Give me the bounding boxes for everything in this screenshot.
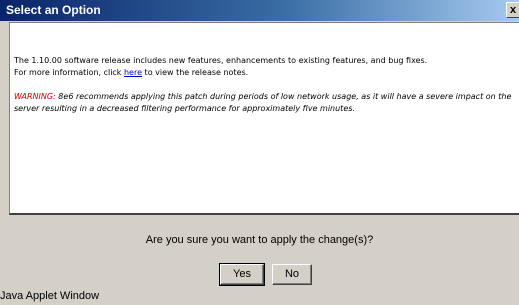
close-icon: x bbox=[509, 4, 517, 16]
release-info-line2-suffix: to view the release notes. bbox=[142, 68, 249, 77]
window-title: Select an Option bbox=[6, 3, 101, 17]
no-button[interactable]: No bbox=[272, 264, 312, 285]
warning-label: WARNING: bbox=[14, 92, 56, 101]
release-info-text: The 1.10.00 software release includes ne… bbox=[14, 55, 518, 79]
title-bar: Select an Option x bbox=[0, 0, 519, 21]
warning-message: WARNING: 8e6 recommends applying this pa… bbox=[14, 91, 518, 115]
message-panel: The 1.10.00 software release includes ne… bbox=[9, 22, 519, 215]
release-info-line1: The 1.10.00 software release includes ne… bbox=[14, 56, 428, 65]
release-info-line2-prefix: For more information, click bbox=[14, 68, 124, 77]
close-button[interactable]: x bbox=[506, 2, 519, 18]
release-notes-link[interactable]: here bbox=[124, 68, 142, 77]
confirmation-question: Are you sure you want to apply the chang… bbox=[145, 234, 374, 246]
yes-button[interactable]: Yes bbox=[219, 263, 265, 286]
status-bar-text: Java Applet Window bbox=[0, 290, 100, 302]
warning-body: 8e6 recommends applying this patch durin… bbox=[14, 92, 512, 113]
